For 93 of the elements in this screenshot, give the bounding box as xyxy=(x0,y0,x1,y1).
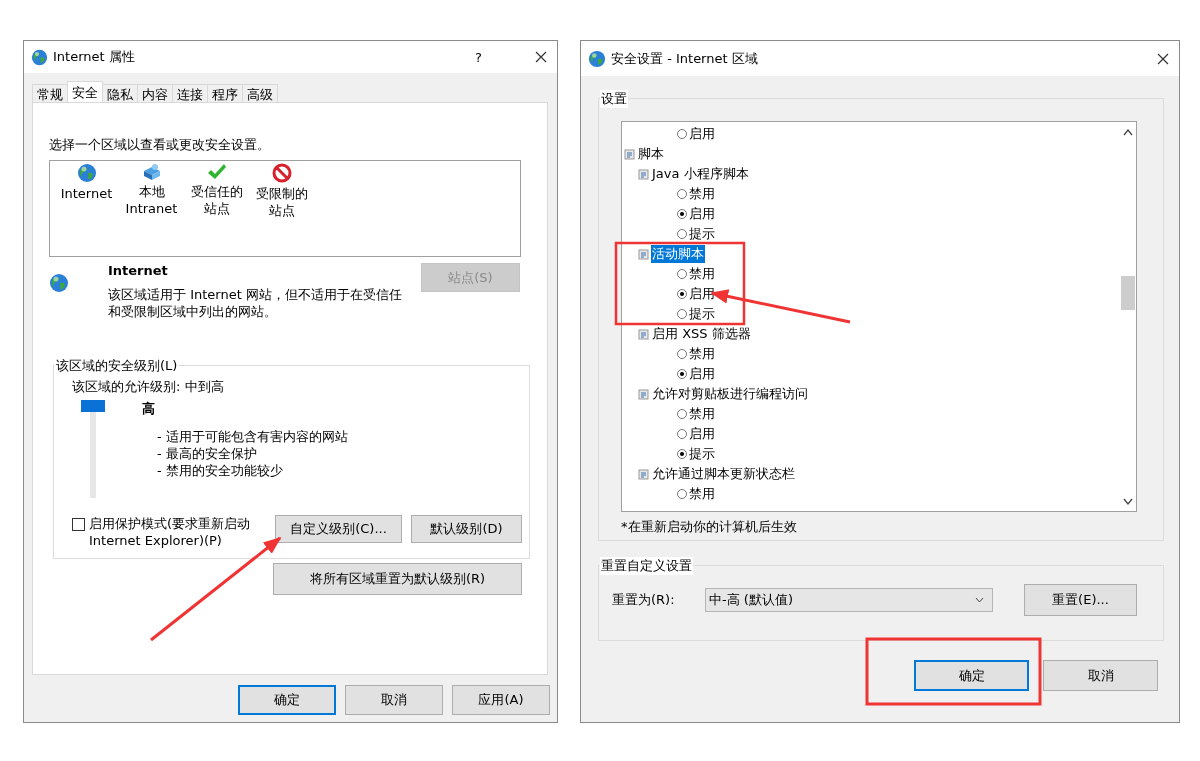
dialog-button[interactable]: 确定 xyxy=(914,660,1029,691)
zone-label[interactable]: 本地 xyxy=(138,183,165,200)
radio-button[interactable] xyxy=(677,369,687,379)
zone-label[interactable]: Internet xyxy=(60,185,113,202)
radio-button[interactable] xyxy=(677,189,687,199)
radio-button[interactable] xyxy=(677,269,687,279)
radio-button[interactable] xyxy=(677,429,687,439)
setting-icon xyxy=(638,388,649,400)
radio-button[interactable] xyxy=(677,349,687,359)
dropdown-value: 中-高 (默认值) xyxy=(709,591,793,609)
level-bullet: - 禁用的安全功能较少 xyxy=(157,462,284,479)
radio-button[interactable] xyxy=(677,209,687,219)
window-title: Internet 属性 xyxy=(53,48,136,66)
close-icon[interactable] xyxy=(1157,52,1169,65)
level-dropdown[interactable]: 中-高 (默认值) xyxy=(705,588,993,612)
zone-description: 该区域适用于 Internet 网站，但不适用于在受信任和受限制区域中列出的网站。 xyxy=(108,286,403,320)
setting-group-label[interactable]: 启用 XSS 筛选器 xyxy=(651,325,752,343)
reset-button[interactable]: 重置(E)... xyxy=(1024,584,1137,616)
tab[interactable]: 安全 xyxy=(67,81,103,102)
tab[interactable]: 连接 xyxy=(172,84,208,102)
globe-icon xyxy=(76,163,97,183)
network-icon xyxy=(141,163,162,181)
close-icon[interactable] xyxy=(535,51,547,63)
setting-icon xyxy=(624,148,635,160)
globe-icon xyxy=(49,273,69,293)
option-label: 禁用 xyxy=(689,405,715,423)
level-name: 高 xyxy=(142,400,156,418)
radio-button[interactable] xyxy=(677,289,687,299)
option-label: 启用 xyxy=(689,365,715,383)
level-slider[interactable] xyxy=(81,400,105,498)
reset-label: 重置为(R): xyxy=(612,591,676,609)
zone-label[interactable]: Intranet xyxy=(125,200,178,217)
option-label: 启用 xyxy=(689,125,715,143)
setting-icon xyxy=(638,328,649,340)
dialog-button[interactable]: 应用(A) xyxy=(452,685,550,715)
window-title: 安全设置 - Internet 区域 xyxy=(611,49,759,68)
setting-group-label[interactable]: 允许通过脚本更新状态栏 xyxy=(651,465,796,483)
tab[interactable]: 内容 xyxy=(137,84,173,102)
globe-icon xyxy=(588,49,606,68)
scrollbar-thumb[interactable] xyxy=(1121,276,1135,310)
radio-button[interactable] xyxy=(677,409,687,419)
tab[interactable]: 高级 xyxy=(242,84,278,102)
setting-group-label[interactable]: 活动脚本 xyxy=(651,245,705,263)
setting-group-label[interactable]: 允许对剪贴板进行编程访问 xyxy=(651,385,809,403)
setting-group-label[interactable]: Java 小程序脚本 xyxy=(651,165,750,183)
level-bullet: - 最高的安全保护 xyxy=(157,445,258,462)
zone-label[interactable]: 受信任的 xyxy=(190,183,243,200)
tab[interactable]: 隐私 xyxy=(102,84,138,102)
option-label: 提示 xyxy=(689,445,715,463)
prohibited-icon xyxy=(271,163,292,183)
zone-label[interactable]: 站点 xyxy=(203,200,230,217)
option-label: 提示 xyxy=(689,225,715,243)
radio-button[interactable] xyxy=(677,129,687,139)
setting-icon xyxy=(638,468,649,480)
radio-button[interactable] xyxy=(677,449,687,459)
globe-icon xyxy=(31,48,48,66)
group-title: 该区域的安全级别(L) xyxy=(55,357,179,375)
dialog-button[interactable]: 取消 xyxy=(345,685,443,715)
radio-button[interactable] xyxy=(677,309,687,319)
option-label: 提示 xyxy=(689,305,715,323)
checkbox[interactable] xyxy=(72,518,85,531)
radio-button[interactable] xyxy=(677,489,687,499)
setting-group-label[interactable]: 脚本 xyxy=(637,145,665,163)
chevron-down-icon xyxy=(975,597,984,603)
setting-icon xyxy=(638,168,649,180)
radio-button[interactable] xyxy=(677,229,687,239)
default-level-button[interactable]: 默认级别(D) xyxy=(411,515,522,543)
slider-thumb[interactable] xyxy=(81,400,105,412)
restart-note: *在重新启动你的计算机后生效 xyxy=(621,518,798,536)
reset-all-button[interactable]: 将所有区域重置为默认级别(R) xyxy=(273,563,522,595)
dialog-button[interactable]: 确定 xyxy=(238,685,336,715)
dialog-button[interactable]: 取消 xyxy=(1043,660,1158,691)
zone-label[interactable]: 站点 xyxy=(268,202,295,219)
allowed-level: 该区域的允许级别: 中到高 xyxy=(72,378,225,396)
checkbox-label: 启用保护模式(要求重新启动 Internet Explorer)(P) xyxy=(89,515,251,549)
option-label: 禁用 xyxy=(689,345,715,363)
option-label: 启用 xyxy=(689,425,715,443)
zone-prompt: 选择一个区域以查看或更改安全设置。 xyxy=(49,136,271,154)
group-title: 重置自定义设置 xyxy=(600,557,693,575)
option-label: 启用 xyxy=(689,205,715,223)
option-label: 禁用 xyxy=(689,485,715,503)
check-icon xyxy=(206,163,227,181)
tab[interactable]: 常规 xyxy=(32,84,68,102)
option-label: 禁用 xyxy=(689,185,715,203)
option-label: 禁用 xyxy=(689,265,715,283)
group-title: 设置 xyxy=(600,90,628,108)
zone-label[interactable]: 受限制的 xyxy=(255,185,308,202)
setting-icon xyxy=(638,248,649,260)
tab[interactable]: 程序 xyxy=(207,84,243,102)
level-bullet: - 适用于可能包含有害内容的网站 xyxy=(157,428,348,445)
custom-level-button[interactable]: 自定义级别(C)... xyxy=(275,515,402,543)
zone-name: Internet xyxy=(108,263,169,278)
help-button[interactable]: ? xyxy=(475,49,482,65)
